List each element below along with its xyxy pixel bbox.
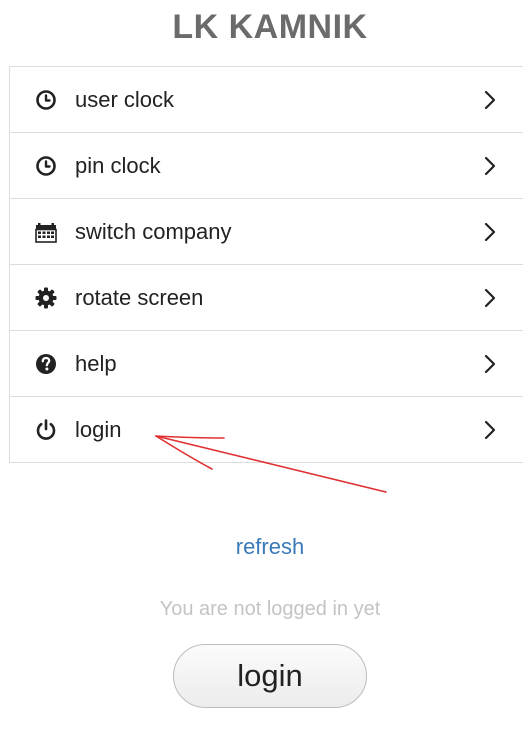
menu-item-label: user clock [75,86,175,112]
chevron-right-icon [484,288,496,307]
chevron-right-icon [484,420,496,439]
power-icon [34,418,58,442]
calendar-icon [34,220,58,244]
main-menu: user clock pin clock switch company rota… [9,66,523,463]
question-circle-icon [34,352,58,376]
menu-item-switch-company[interactable]: switch company [10,199,523,265]
menu-item-rotate-screen[interactable]: rotate screen [10,265,523,331]
page-title: LK KAMNIK [172,8,368,46]
gear-icon [34,286,58,310]
login-button[interactable]: login [173,644,367,708]
menu-item-label: rotate screen [75,284,204,310]
clock-icon [34,88,58,112]
menu-item-user-clock[interactable]: user clock [10,67,523,133]
menu-item-login[interactable]: login [10,397,523,463]
login-status-text: You are not logged in yet [159,598,381,620]
menu-item-help[interactable]: help [10,331,523,397]
menu-item-label: help [75,350,117,376]
clock-icon [34,154,58,178]
refresh-link[interactable]: refresh [0,534,523,560]
menu-item-pin-clock[interactable]: pin clock [10,133,523,199]
menu-item-label: switch company [75,218,232,244]
chevron-right-icon [484,354,496,373]
chevron-right-icon [484,90,496,109]
chevron-right-icon [484,156,496,175]
chevron-right-icon [484,222,496,241]
menu-item-label: login [75,416,122,442]
app-screen: LK KAMNIK user clock pin clock switch co… [0,0,523,735]
menu-item-label: pin clock [75,152,161,178]
